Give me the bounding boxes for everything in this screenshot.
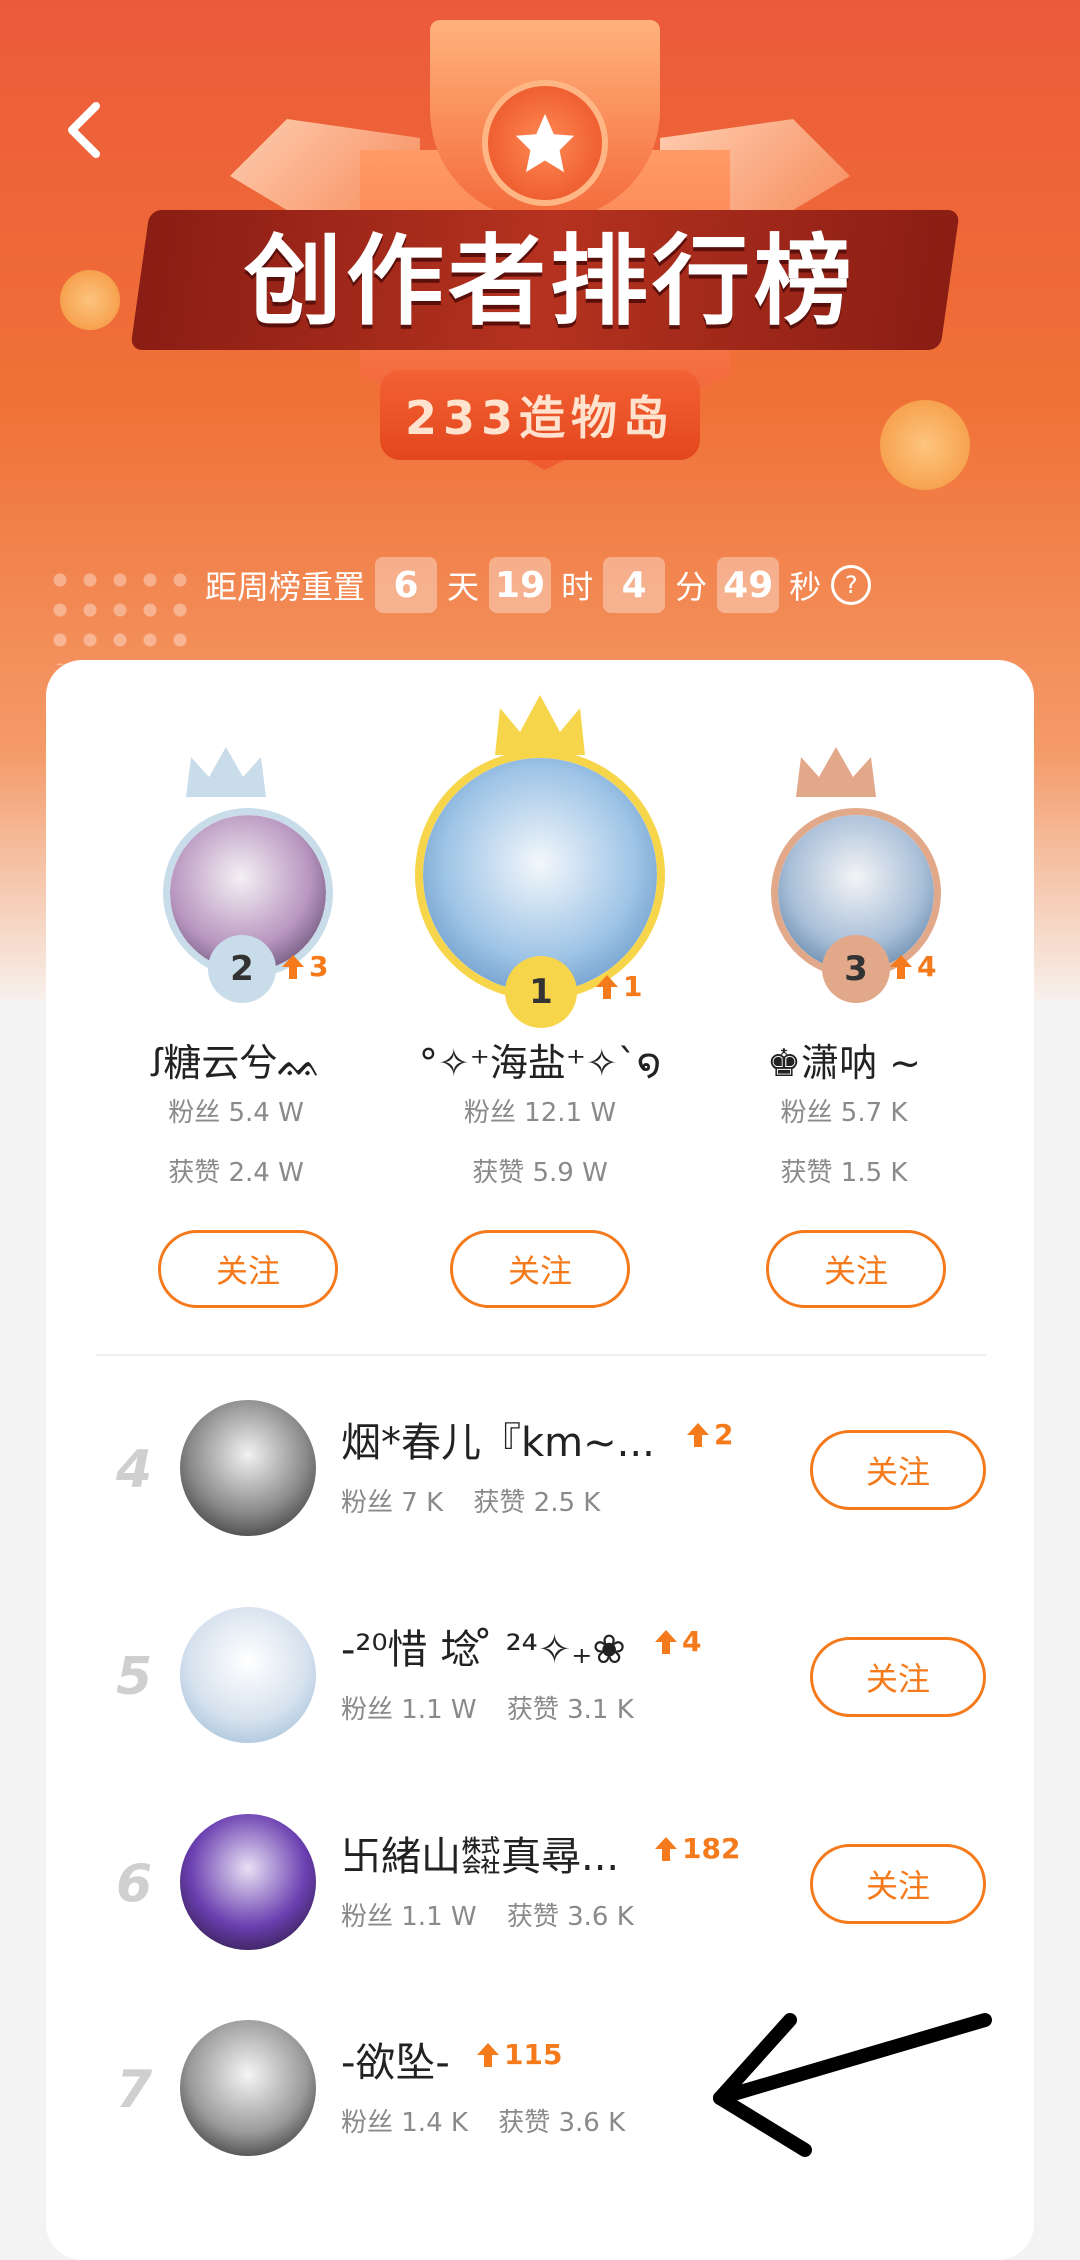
trend-up: 4 [654,1625,701,1658]
arrow-up-icon [477,2042,499,2067]
fans-count: 粉丝 1.1 W [341,1695,477,1725]
avatar[interactable] [180,2020,316,2156]
fans-count: 粉丝 7 K [341,1488,444,1518]
countdown-minutes-unit: 分 [675,568,708,606]
follow-button[interactable]: 关注 [450,1230,630,1308]
follow-button[interactable]: 关注 [810,1844,986,1924]
creator-stats: 粉丝 7 K 获赞 2.5 K [341,1482,600,1519]
decor-dots [45,565,195,665]
countdown-seconds: 49 [717,557,780,613]
fans-count: 粉丝 5.4 W [168,1098,304,1128]
crown-icon [186,747,266,797]
avatar[interactable] [180,1814,316,1950]
follow-button[interactable]: 关注 [766,1230,946,1308]
arrow-up-icon [890,954,912,979]
rank-badge: 2 [208,935,276,1003]
creator-stats: 粉丝 1.4 K 获赞 3.6 K [341,2102,625,2139]
trend-up: 182 [654,1832,740,1865]
divider [96,1354,986,1356]
creator-name: °✧⁺海盐⁺✧ˋ໑ [418,1041,662,1085]
rank-badge: 3 [822,935,890,1003]
likes-count: 获赞 3.6 K [506,1902,634,1932]
avatar[interactable] [180,1400,316,1536]
countdown-days-unit: 天 [447,568,480,606]
countdown-seconds-unit: 秒 [789,568,822,606]
creator-name: 卐緒山㍿真尋... [341,1834,620,1880]
trend-up: 2 [686,1418,733,1451]
annotation-arrow [713,2013,992,2157]
star-icon [482,80,608,206]
trend-up: 1 [595,970,642,1003]
back-button[interactable] [62,100,106,160]
list-item[interactable]: 5 -²⁰惜 埝 ̊ ²⁴✧₊❀ 4 粉丝 1.1 W 获赞 3.1 K 关注 [46,1597,1034,1747]
crown-icon [796,747,876,797]
rank-badge: 1 [505,956,577,1028]
fans-count: 粉丝 5.7 K [780,1098,908,1128]
creator-name: ♚潇呐 ~ [767,1041,921,1085]
likes-count: 获赞 2.4 W [168,1158,304,1188]
help-icon[interactable]: ? [831,565,872,605]
coin-decor-right [880,400,970,490]
countdown-label: 距周榜重置 [205,568,366,606]
trend-up: 115 [476,2038,562,2071]
rank-number: 5 [116,1647,153,1707]
arrow-up-icon [596,974,618,999]
likes-count: 获赞 3.6 K [498,2108,626,2138]
trend-up: 4 [889,950,936,983]
creator-stats: 粉丝 1.1 W 获赞 3.1 K [341,1689,634,1726]
coin-decor-left [60,270,120,330]
creator-name: -²⁰惜 埝 ̊ ²⁴✧₊❀ [341,1627,626,1673]
subtitle-plate: 233造物岛 [380,370,700,460]
creator-stats: 粉丝 1.1 W 获赞 3.6 K [341,1896,634,1933]
countdown-hours-unit: 时 [561,568,594,606]
chevron-left-icon [68,102,100,158]
countdown-days: 6 [375,557,438,613]
fans-count: 粉丝 1.4 K [341,2108,468,2138]
countdown-hours: 19 [489,557,552,613]
arrow-up-icon [655,1836,677,1861]
reset-countdown: 距周榜重置 6 天 19 时 4 分 49 秒 ? [205,555,872,615]
likes-count: 获赞 5.9 W [472,1158,608,1188]
fans-count: 粉丝 1.1 W [341,1902,477,1932]
list-item[interactable]: 6 卐緒山㍿真尋... 182 粉丝 1.1 W 获赞 3.6 K 关注 [46,1804,1034,1954]
page-title: 创作者排行榜 [243,224,856,339]
list-item[interactable]: 4 烟*春儿『km~... 2 粉丝 7 K 获赞 2.5 K 关注 [46,1390,1034,1540]
arrow-up-icon [282,954,304,979]
arrow-up-icon [655,1629,677,1654]
follow-button[interactable]: 关注 [810,1637,986,1717]
follow-button[interactable]: 关注 [158,1230,338,1308]
rank-number: 6 [116,1854,153,1914]
likes-count: 获赞 1.5 K [780,1158,908,1188]
creator-name: ꭍ糖云兮ᨐ [149,1041,323,1085]
page-subtitle: 233造物岛 [404,391,676,445]
creator-name: 烟*春儿『km~... [341,1420,655,1466]
countdown-minutes: 4 [603,557,666,613]
creator-name: -欲坠- [341,2040,450,2086]
likes-count: 获赞 3.1 K [506,1695,634,1725]
likes-count: 获赞 2.5 K [473,1488,601,1518]
rank-number: 7 [116,2060,153,2120]
avatar[interactable] [180,1607,316,1743]
arrow-up-icon [687,1422,709,1447]
fans-count: 粉丝 12.1 W [463,1098,617,1128]
rank-number: 4 [116,1440,153,1500]
follow-button[interactable]: 关注 [810,1430,986,1510]
trend-up: 3 [281,950,328,983]
